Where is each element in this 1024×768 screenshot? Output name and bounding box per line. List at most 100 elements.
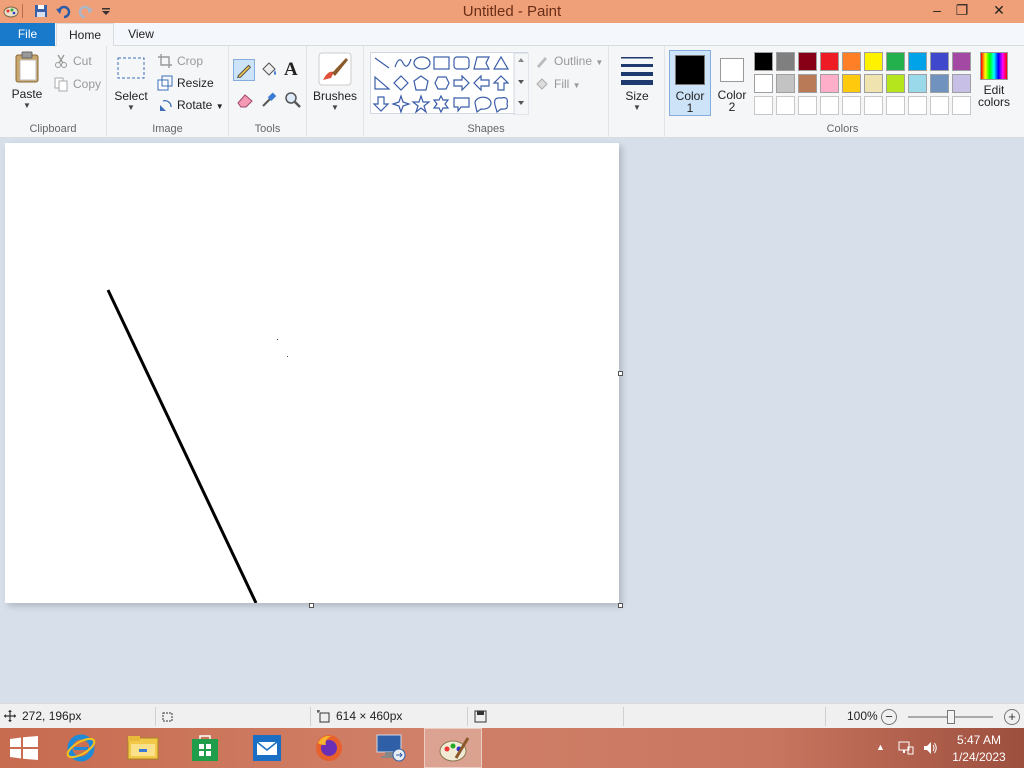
edit-colors-button[interactable]: Edit colors bbox=[975, 52, 1013, 118]
tab-file[interactable]: File bbox=[0, 23, 55, 46]
volume-icon[interactable] bbox=[922, 740, 938, 756]
palette-color-swatch[interactable] bbox=[776, 74, 795, 93]
palette-color-swatch[interactable] bbox=[820, 52, 839, 71]
palette-color-swatch[interactable] bbox=[886, 52, 905, 71]
zoom-in-button[interactable]: + bbox=[1004, 709, 1020, 725]
eraser-icon[interactable] bbox=[235, 90, 255, 110]
palette-custom-swatch[interactable] bbox=[820, 96, 839, 115]
palette-color-swatch[interactable] bbox=[952, 74, 971, 93]
magnifier-icon[interactable] bbox=[283, 90, 303, 110]
four-point-star-shape-icon[interactable] bbox=[391, 94, 411, 114]
pentagon-shape-icon[interactable] bbox=[413, 75, 429, 91]
triangle-shape-icon[interactable] bbox=[492, 55, 510, 70]
clock-time[interactable]: 5:47 AM bbox=[944, 733, 1014, 747]
drawing-canvas[interactable] bbox=[5, 143, 619, 604]
tab-home[interactable]: Home bbox=[56, 23, 114, 47]
up-arrow-shape-icon[interactable] bbox=[492, 75, 510, 91]
select-button[interactable]: Select ▼ bbox=[113, 54, 149, 116]
rotate-button[interactable]: Rotate ▼ bbox=[157, 96, 224, 114]
palette-custom-swatch[interactable] bbox=[754, 96, 773, 115]
palette-color-swatch[interactable] bbox=[798, 74, 817, 93]
curve-shape-icon[interactable] bbox=[394, 58, 412, 68]
line-shape-icon[interactable] bbox=[374, 57, 390, 69]
six-point-star-shape-icon[interactable] bbox=[432, 94, 450, 114]
cloud-callout-shape-icon[interactable] bbox=[494, 97, 508, 114]
size-button[interactable]: Size ▼ bbox=[615, 54, 659, 116]
palette-custom-swatch[interactable] bbox=[886, 96, 905, 115]
cut-button[interactable]: Cut bbox=[53, 52, 92, 70]
taskbar-mail[interactable] bbox=[238, 728, 296, 768]
tab-view[interactable]: View bbox=[114, 23, 168, 46]
right-arrow-shape-icon[interactable] bbox=[453, 74, 470, 92]
palette-color-swatch[interactable] bbox=[754, 74, 773, 93]
crop-button[interactable]: Crop bbox=[157, 52, 203, 70]
fill-button[interactable]: Fill ▼ bbox=[534, 75, 581, 93]
start-button[interactable] bbox=[0, 728, 48, 768]
canvas-resize-handle-bottom[interactable] bbox=[309, 603, 314, 608]
taskbar-paint[interactable] bbox=[424, 728, 482, 768]
taskbar-store[interactable] bbox=[176, 728, 234, 768]
palette-custom-swatch[interactable] bbox=[798, 96, 817, 115]
copy-icon bbox=[54, 77, 68, 92]
palette-color-swatch[interactable] bbox=[952, 52, 971, 71]
palette-color-swatch[interactable] bbox=[842, 74, 861, 93]
palette-color-swatch[interactable] bbox=[776, 52, 795, 71]
fill-bucket-icon[interactable] bbox=[259, 60, 279, 80]
right-triangle-shape-icon[interactable] bbox=[374, 75, 391, 90]
palette-color-swatch[interactable] bbox=[930, 52, 949, 71]
rounded-callout-shape-icon[interactable] bbox=[453, 97, 470, 113]
down-arrow-shape-icon[interactable] bbox=[372, 96, 390, 112]
oval-callout-shape-icon[interactable] bbox=[474, 96, 492, 114]
copy-button[interactable]: Copy bbox=[53, 75, 101, 93]
rectangle-shape-icon[interactable] bbox=[433, 56, 450, 70]
palette-custom-swatch[interactable] bbox=[864, 96, 883, 115]
text-tool-icon[interactable]: A bbox=[284, 59, 304, 81]
taskbar-remote-desktop[interactable] bbox=[362, 728, 420, 768]
restore-button[interactable]: ❐ bbox=[947, 0, 977, 22]
palette-color-swatch[interactable] bbox=[842, 52, 861, 71]
palette-color-swatch[interactable] bbox=[886, 74, 905, 93]
clock-date[interactable]: 1/24/2023 bbox=[944, 750, 1014, 764]
network-icon[interactable] bbox=[898, 740, 914, 756]
palette-color-swatch[interactable] bbox=[864, 74, 883, 93]
palette-color-swatch[interactable] bbox=[864, 52, 883, 71]
status-bar: 272, 196px 614 × 460px 100% − + bbox=[0, 703, 1024, 728]
rounded-rectangle-shape-icon[interactable] bbox=[453, 56, 470, 70]
palette-custom-swatch[interactable] bbox=[908, 96, 927, 115]
zoom-slider-thumb[interactable] bbox=[946, 710, 955, 724]
color1-button[interactable]: Color 1 bbox=[669, 50, 711, 116]
palette-custom-swatch[interactable] bbox=[776, 96, 795, 115]
canvas-resize-handle-corner[interactable] bbox=[618, 603, 623, 608]
canvas-resize-handle-right[interactable] bbox=[618, 371, 623, 376]
hexagon-shape-icon[interactable] bbox=[434, 76, 450, 90]
outline-button[interactable]: Outline ▼ bbox=[534, 52, 603, 70]
palette-custom-swatch[interactable] bbox=[842, 96, 861, 115]
brushes-button[interactable]: Brushes ▼ bbox=[312, 52, 358, 116]
palette-color-swatch[interactable] bbox=[754, 52, 773, 71]
taskbar-firefox[interactable] bbox=[300, 728, 358, 768]
resize-button[interactable]: Resize bbox=[157, 74, 214, 92]
diamond-shape-icon[interactable] bbox=[393, 75, 409, 91]
paste-button[interactable]: Paste ▼ bbox=[6, 50, 48, 116]
palette-color-swatch[interactable] bbox=[820, 74, 839, 93]
palette-custom-swatch[interactable] bbox=[930, 96, 949, 115]
taskbar-internet-explorer[interactable] bbox=[52, 728, 110, 768]
zoom-out-button[interactable]: − bbox=[881, 709, 897, 725]
taskbar-file-explorer[interactable] bbox=[114, 728, 172, 768]
pencil-icon[interactable] bbox=[233, 59, 255, 81]
oval-shape-icon[interactable] bbox=[413, 56, 431, 70]
palette-color-swatch[interactable] bbox=[908, 52, 927, 71]
ribbon: Paste ▼ Cut Copy Clipboard Select ▼ Crop… bbox=[0, 46, 1024, 138]
palette-custom-swatch[interactable] bbox=[952, 96, 971, 115]
polygon-shape-icon[interactable] bbox=[473, 56, 490, 70]
close-button[interactable]: ✕ bbox=[984, 0, 1014, 22]
palette-color-swatch[interactable] bbox=[908, 74, 927, 93]
palette-color-swatch[interactable] bbox=[798, 52, 817, 71]
color-picker-icon[interactable] bbox=[259, 90, 279, 110]
five-point-star-shape-icon[interactable] bbox=[411, 94, 431, 114]
brushes-group: Brushes ▼ bbox=[307, 46, 364, 138]
left-arrow-shape-icon[interactable] bbox=[473, 74, 490, 92]
color2-button[interactable]: Color 2 bbox=[713, 50, 751, 116]
palette-color-swatch[interactable] bbox=[930, 74, 949, 93]
show-hidden-icons-icon[interactable]: ▲ bbox=[876, 742, 885, 752]
